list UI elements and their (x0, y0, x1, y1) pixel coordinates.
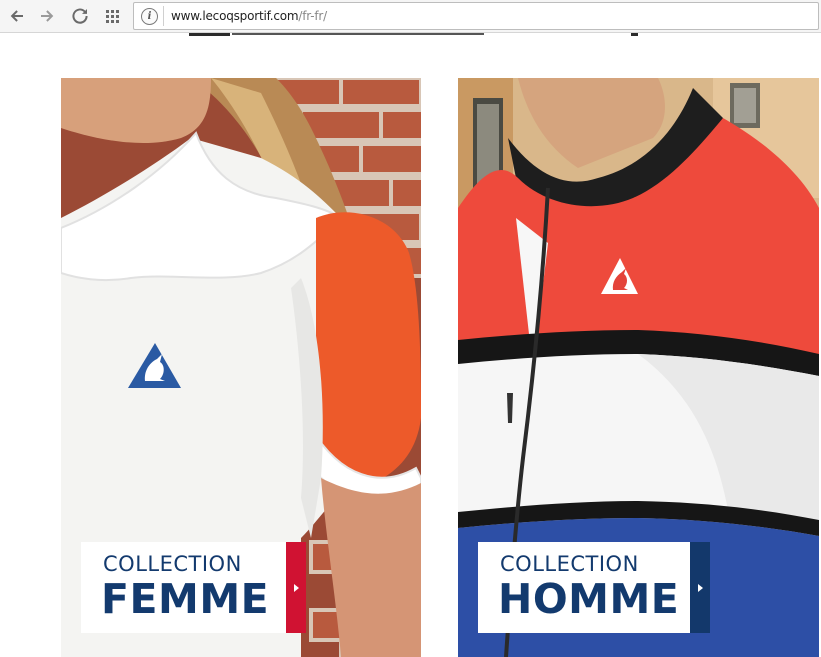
url-path: /fr-fr/ (298, 9, 327, 23)
collection-homme-arrow-button[interactable] (690, 542, 710, 633)
collection-homme-label[interactable]: COLLECTION HOMME (478, 542, 710, 633)
collection-femme-label[interactable]: COLLECTION FEMME (81, 542, 306, 633)
header-strip (232, 33, 484, 35)
reload-icon (72, 8, 88, 24)
forward-arrow-icon (41, 10, 54, 22)
page-info-icon[interactable]: i (141, 8, 158, 25)
reload-button[interactable] (69, 5, 91, 27)
url-host: www.lecoqsportif.com (171, 9, 299, 23)
collection-femme-card[interactable]: COLLECTION FEMME (61, 78, 421, 657)
header-strip (631, 33, 638, 36)
address-bar[interactable]: i www.lecoqsportif.com/fr-fr/ (133, 2, 819, 30)
header-strip (189, 33, 230, 36)
collection-homme-card[interactable]: COLLECTION HOMME (458, 78, 819, 657)
browser-toolbar: i www.lecoqsportif.com/fr-fr/ (0, 0, 821, 33)
collection-homme-kicker: COLLECTION (500, 552, 639, 576)
forward-button[interactable] (36, 5, 58, 27)
collection-homme-title: HOMME (498, 575, 680, 623)
collection-femme-title: FEMME (101, 575, 270, 623)
address-divider (163, 6, 164, 26)
apps-button[interactable] (102, 5, 124, 27)
collection-femme-arrow-button[interactable] (286, 542, 306, 633)
back-arrow-icon (10, 10, 23, 22)
chevron-right-icon (293, 583, 299, 592)
apps-grid-icon (106, 10, 119, 23)
chevron-right-icon (697, 583, 703, 592)
url-text[interactable]: www.lecoqsportif.com/fr-fr/ (171, 9, 327, 23)
collection-femme-kicker: COLLECTION (103, 552, 242, 576)
back-button[interactable] (6, 5, 28, 27)
